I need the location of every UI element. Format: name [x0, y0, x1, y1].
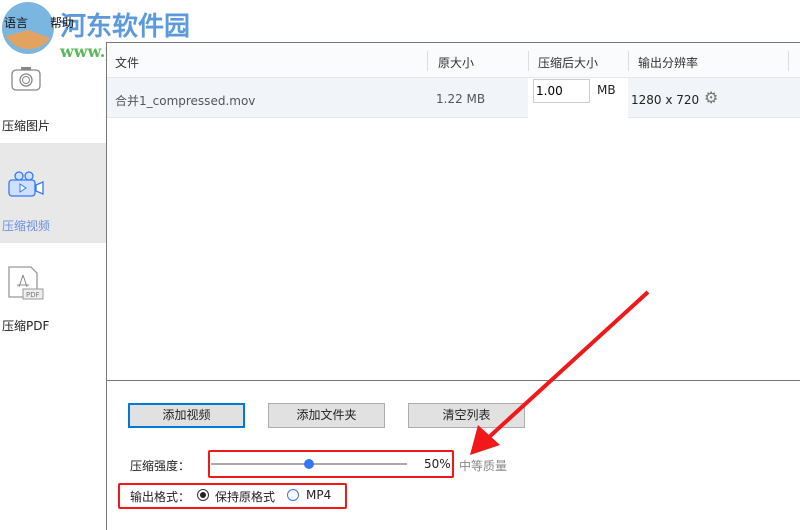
sidebar-item-compress-pdf[interactable]: PDF 压缩PDF: [0, 243, 106, 343]
video-camera-icon: [8, 171, 44, 197]
slider-thumb[interactable]: [304, 459, 314, 469]
pdf-icon: PDF: [8, 266, 44, 300]
radio-mp4[interactable]: [287, 489, 299, 501]
menu-help[interactable]: 帮助: [50, 14, 74, 31]
compression-label: 压缩强度：: [130, 459, 191, 473]
add-folder-button[interactable]: 添加文件夹: [268, 403, 385, 428]
sidebar-item-compress-image[interactable]: 压缩图片: [0, 43, 106, 143]
resolution: 1280 x 720: [631, 93, 700, 107]
table-row[interactable]: 合并1_compressed.mov 1.22 MB MB 1280 x 720…: [107, 78, 800, 118]
compression-value: 50%: [424, 457, 451, 471]
format-label: 输出格式：: [130, 490, 191, 504]
file-name: 合并1_compressed.mov: [115, 94, 256, 108]
size-unit: MB: [597, 83, 616, 97]
option-mp4[interactable]: MP4: [306, 488, 331, 502]
quality-label: 中等质量: [459, 459, 508, 473]
col-original-size[interactable]: 原大小: [438, 54, 474, 71]
add-video-button[interactable]: 添加视频: [128, 403, 245, 428]
original-size: 1.22 MB: [436, 92, 486, 106]
col-compressed-size[interactable]: 压缩后大小: [538, 54, 598, 71]
radio-keep-format[interactable]: [197, 489, 209, 501]
target-size-input[interactable]: [533, 79, 590, 103]
table-header: 文件 原大小 压缩后大小 输出分辨率: [107, 43, 800, 78]
col-file[interactable]: 文件: [115, 54, 139, 71]
camera-icon: [11, 67, 41, 91]
gear-icon[interactable]: ⚙: [704, 88, 718, 107]
clear-list-button[interactable]: 清空列表: [408, 403, 525, 428]
menu-language[interactable]: 语言: [4, 14, 28, 31]
divider: [107, 380, 800, 381]
col-resolution[interactable]: 输出分辨率: [638, 54, 698, 71]
option-keep-format[interactable]: 保持原格式: [215, 488, 275, 505]
sidebar-item-compress-video[interactable]: 压缩视频: [0, 143, 106, 243]
svg-text:PDF: PDF: [26, 291, 40, 299]
